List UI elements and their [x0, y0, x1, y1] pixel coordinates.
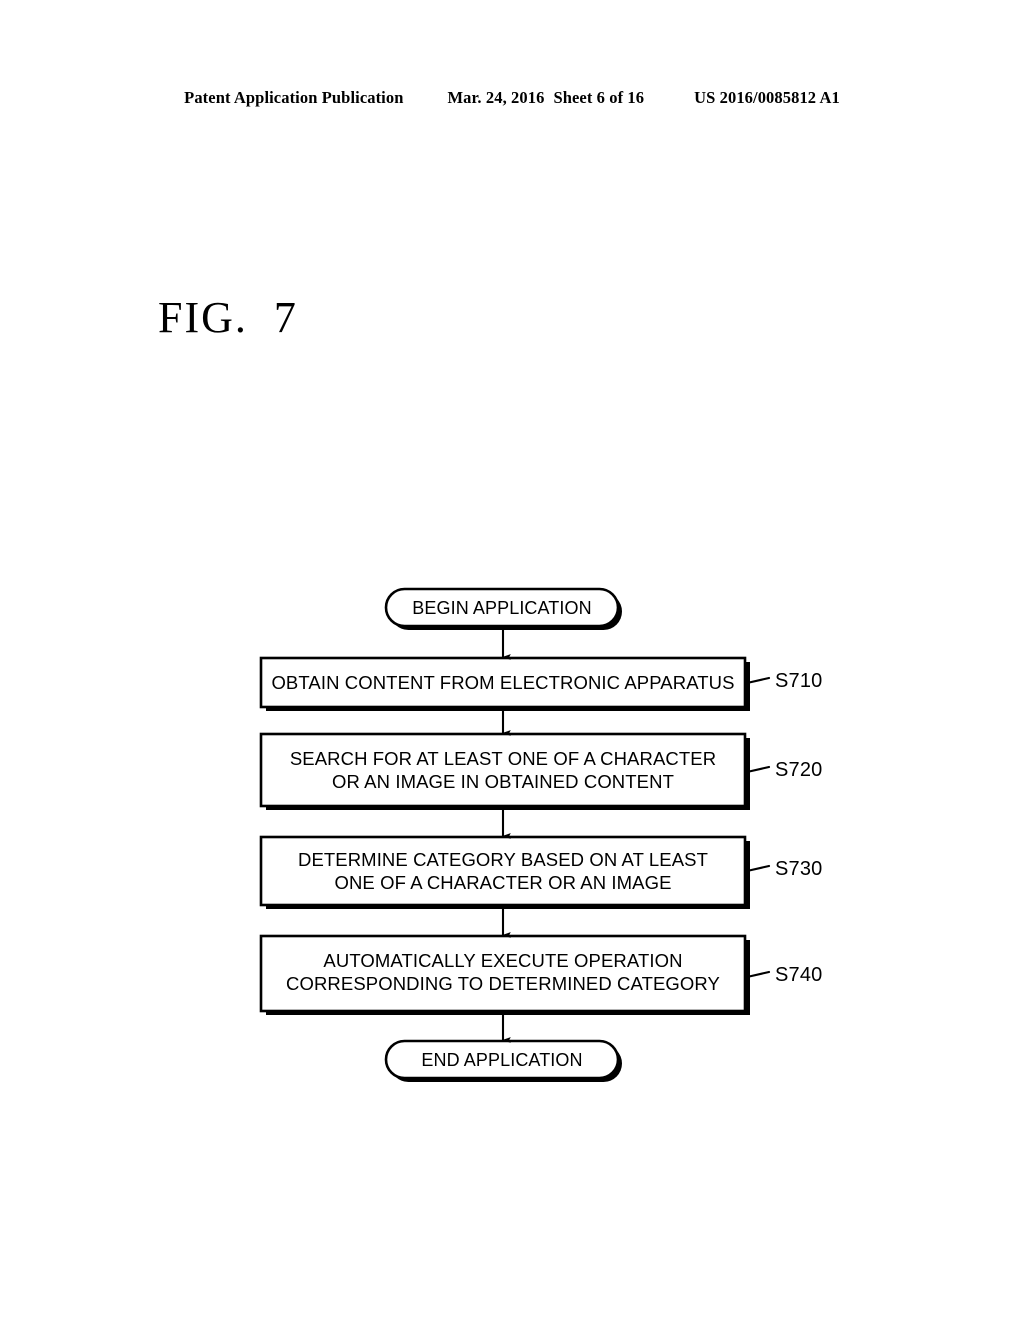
reference-label-s720: S720 [775, 759, 823, 781]
node-end-application [384, 1039, 620, 1080]
leader-line-s720 [745, 765, 771, 774]
node-s720 [259, 732, 747, 808]
leader-line-s730 [745, 864, 771, 873]
flowchart-diagram [0, 0, 1024, 1320]
node-s730 [259, 835, 747, 907]
reference-label-s740: S740 [775, 964, 823, 986]
leader-line-s710 [745, 676, 771, 685]
reference-label-s730: S730 [775, 858, 823, 880]
node-begin-application [384, 587, 620, 628]
leader-line-s740 [745, 970, 771, 979]
node-s740 [259, 934, 747, 1013]
node-s710 [259, 656, 747, 709]
reference-label-s710: S710 [775, 670, 823, 692]
